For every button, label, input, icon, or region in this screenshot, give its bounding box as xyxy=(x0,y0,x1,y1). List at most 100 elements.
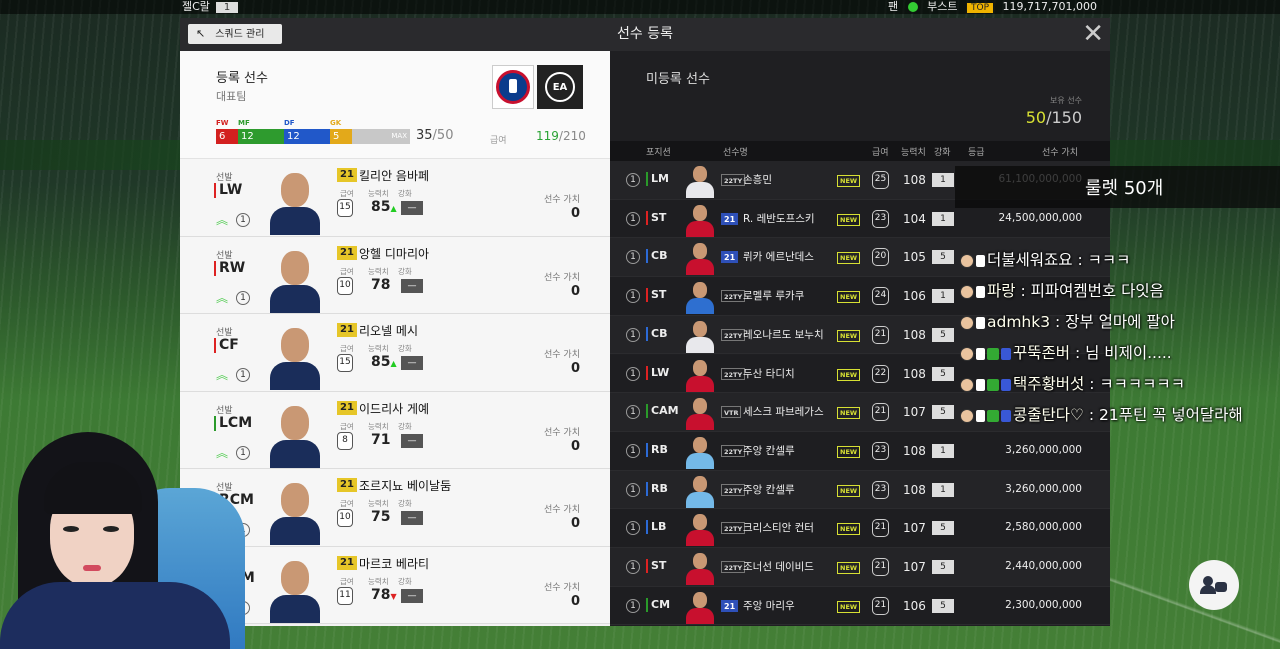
top-status-bar: 젤C랄 1 팬 부스트 TOP 119,717,701,000 xyxy=(0,0,1280,14)
player-shirt xyxy=(270,362,320,390)
player-ovr: 105 xyxy=(903,250,926,265)
new-badge: NEW xyxy=(837,484,861,497)
unregistered-player-row[interactable]: 1 ST 22TY 조너선 데이비드 NEW 21 107 5 2,440,000,000 xyxy=(610,548,1110,587)
registered-player-row[interactable]: 선발 RW ︽ 1 21 앙헬 디마리아 급여 능력치 강화 10 78 — 선수 가치 0 xyxy=(180,236,610,314)
unregistered-players-panel: 미등록 선수 보유 선수 50/150 포지션 선수명 급여 능력치 강화 등급 선수 가치… xyxy=(610,51,1110,626)
season-badge: 21 xyxy=(721,251,739,264)
player-position: LW xyxy=(214,183,242,198)
ovr-col-label: 능력치 xyxy=(368,344,389,353)
new-badge: NEW xyxy=(837,175,861,187)
new-badge: NEW xyxy=(837,600,861,613)
viewer-avatar-icon xyxy=(960,284,974,299)
player-name: 리오넬 메시 xyxy=(359,324,419,338)
player-value: 0 xyxy=(570,283,580,299)
player-name: 세스크 파브레가스 xyxy=(743,406,824,419)
player-photo xyxy=(684,280,716,315)
player-position: LB xyxy=(646,520,666,535)
player-name: 이드리사 게예 xyxy=(359,401,430,416)
enhance-level: — xyxy=(401,356,423,370)
player-face xyxy=(693,282,707,299)
player-position: LCM xyxy=(214,415,252,431)
player-photo xyxy=(684,435,716,469)
player-value: 2,440,000,000 xyxy=(1005,560,1082,572)
enhance-level: 5 xyxy=(932,366,954,381)
player-photo xyxy=(268,400,322,468)
player-ovr: 108 xyxy=(903,482,926,497)
close-icon[interactable]: ✕ xyxy=(1082,20,1104,48)
player-name: 조르지뇨 베이날둠 xyxy=(359,479,452,493)
team-color-icon: 1 xyxy=(626,173,640,187)
unregistered-player-row[interactable]: 1 RB 22TY 주앙 칸셀루 NEW 23 108 1 3,260,000,000 xyxy=(610,470,1110,510)
enh-col-label: 강화 xyxy=(398,576,412,586)
owned-max: /150 xyxy=(1046,108,1082,127)
player-position: RW xyxy=(214,260,245,276)
stat-labels: 급여 능력치 강화 xyxy=(340,498,412,509)
ea-icon: EA xyxy=(545,72,575,102)
enhance-level: — xyxy=(401,278,423,293)
player-ovr: 85▲ xyxy=(371,199,397,215)
registered-player-row[interactable]: 선발 LW ︽ 1 21 킬리안 음바페 급여 능력치 강화 15 85▲ — 선수 가치 0 xyxy=(180,159,610,237)
player-name: 손흥민 xyxy=(743,174,772,186)
viewer-avatar-icon xyxy=(960,253,974,268)
player-value: 0 xyxy=(570,593,580,609)
club-logo-psg xyxy=(492,65,534,109)
user-chat-icon xyxy=(1200,576,1227,594)
player-shirt xyxy=(686,375,714,392)
chat-nick: 콩줄탄다♡ xyxy=(1013,406,1084,424)
subscriber-badge-icon xyxy=(987,347,999,360)
enhance-level: 5 xyxy=(932,327,954,342)
player-shirt xyxy=(686,414,714,431)
player-value: 0 xyxy=(570,206,580,221)
player-photo xyxy=(268,555,322,623)
squad-manage-button[interactable]: ↖ 스쿼드 관리 xyxy=(188,24,282,44)
owned-label: 보유 선수 xyxy=(1050,96,1082,105)
pos-count-gk: 5 xyxy=(330,129,352,144)
player-photo xyxy=(268,477,322,545)
season-badge: 21 xyxy=(721,212,739,225)
player-position: RB xyxy=(646,481,668,496)
unregistered-player-row[interactable]: 1 CM 21 주앙 마리우 NEW 21 106 5 2,300,000,000 xyxy=(610,586,1110,626)
chat-message: 파랑 : 피파여켐번호 다잇음 xyxy=(960,279,1164,301)
pos-label-fw: FW xyxy=(216,119,229,127)
ovr-col-label: 능력치 xyxy=(368,499,389,508)
salary-col-label: 급여 xyxy=(340,499,354,508)
friends-chat-button[interactable] xyxy=(1189,560,1239,610)
player-position: CB xyxy=(646,326,667,341)
new-badge: NEW xyxy=(837,523,861,536)
salary-col-label: 급여 xyxy=(340,189,354,198)
registered-player-row[interactable]: 선발 CF ︽ 1 21 리오넬 메시 급여 능력치 강화 15 85▲ — 선수 가치 0 xyxy=(180,314,610,392)
season-badge: 22TY xyxy=(721,522,746,535)
webcam-shirt xyxy=(0,582,230,649)
enhance-level: 5 xyxy=(932,405,954,420)
team-color-icon: 1 xyxy=(626,327,640,342)
player-value: 0 xyxy=(570,361,580,376)
player-photo xyxy=(268,167,322,235)
value-label: 선수 가치 xyxy=(544,505,580,515)
enhance-level: 5 xyxy=(932,560,954,574)
unregistered-player-row[interactable]: 1 RB 22TY 주앙 칸셀루 NEW 23 108 1 3,260,000,000 xyxy=(610,431,1110,471)
webcam-lips xyxy=(83,565,101,571)
new-badge: NEW xyxy=(837,291,861,304)
player-shirt xyxy=(686,607,714,624)
player-ovr: 78▼ xyxy=(371,587,397,603)
ea-logo: EA xyxy=(537,65,583,109)
player-shirt xyxy=(686,182,714,198)
player-shirt xyxy=(270,207,320,235)
player-position: CAM xyxy=(646,404,679,419)
season-badge: VTR xyxy=(721,406,742,419)
enhance-level: 1 xyxy=(932,482,954,497)
ovr-value: 78 xyxy=(371,586,391,603)
unregistered-player-row[interactable]: 1 LB 22TY 크리스티안 컨터 NEW 21 107 5 2,580,000,000 xyxy=(610,509,1110,548)
player-value: 2,580,000,000 xyxy=(1005,521,1082,534)
player-photo xyxy=(268,245,322,313)
chat-nick: 택주황버섯 xyxy=(1013,375,1085,393)
chat-message: admhk3 : 장부 얼마에 팔아 xyxy=(960,310,1175,332)
salary-hex: 23 xyxy=(872,441,889,460)
player-position: ST xyxy=(646,288,666,303)
player-photo xyxy=(684,241,716,276)
salary-col-label: 급여 xyxy=(340,344,354,353)
new-badge: NEW xyxy=(837,407,861,420)
fan-badge-icon xyxy=(976,347,985,360)
player-face xyxy=(281,328,309,362)
fan-badge-icon xyxy=(976,378,985,391)
